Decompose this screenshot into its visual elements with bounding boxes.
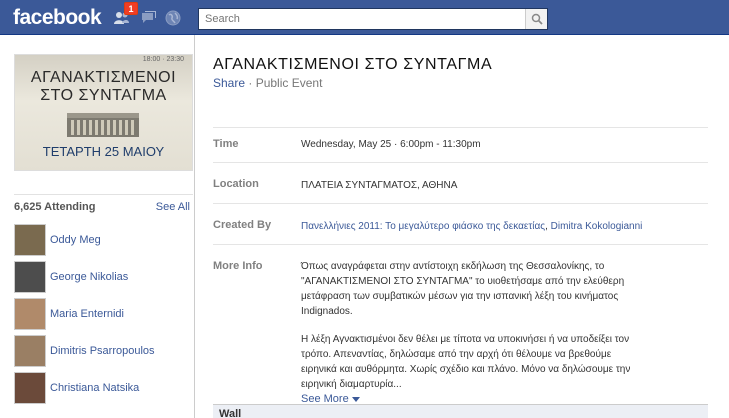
person-name[interactable]: Oddy Meg <box>50 234 101 246</box>
creator-person-link[interactable]: Dimitra Kokologianni <box>551 221 643 232</box>
search-icon <box>531 13 543 25</box>
avatar[interactable] <box>14 297 46 330</box>
event-subline: Share · Public Event <box>213 76 322 90</box>
poster-line-1: ΑΓΑΝΑΚΤΙΣΜΕΝΟΙ <box>30 69 177 86</box>
facebook-logo[interactable]: facebook <box>13 6 102 30</box>
person-name[interactable]: George Nikolias <box>50 271 128 283</box>
list-item[interactable]: Christiana Natsika <box>14 369 194 406</box>
person-name[interactable]: Christiana Natsika <box>50 382 139 394</box>
avatar[interactable] <box>14 371 46 404</box>
see-all-link[interactable]: See All <box>156 201 190 213</box>
wall-title: Wall <box>219 408 242 418</box>
list-item[interactable]: Oddy Meg <box>14 221 194 258</box>
notifications-globe-icon[interactable] <box>165 10 182 26</box>
person-name[interactable]: Maria Enternidi <box>50 308 124 320</box>
created-by-value: Πανελλήνιες 2011: Το μεγαλύτερο φιάσκο τ… <box>301 219 642 234</box>
created-by-label: Created By <box>213 219 272 231</box>
avatar[interactable] <box>14 223 46 256</box>
search-box[interactable] <box>198 8 548 30</box>
wall-header: Wall <box>213 404 708 418</box>
search-button[interactable] <box>525 9 547 29</box>
notification-badge[interactable]: 1 <box>124 2 138 15</box>
search-input[interactable] <box>199 9 525 29</box>
avatar[interactable] <box>14 260 46 293</box>
created-by-row: Created By Πανελλήνιες 2011: Το μεγαλύτε… <box>213 203 708 244</box>
time-row: Time Wednesday, May 25 · 6:00pm - 11:30p… <box>213 127 708 162</box>
list-item[interactable]: Dimitris Psarropoulos <box>14 332 194 369</box>
top-bar: facebook 1 <box>0 0 729 35</box>
location-value: ΠΛΑΤΕΙΑ ΣΥΝΤΑΓΜΑΤΟΣ, ΑΘΗΝΑ <box>301 180 458 191</box>
attending-count: 6,625 Attending <box>14 201 96 213</box>
attendee-list: Oddy Meg George Nikolias Maria Enternidi… <box>14 221 194 406</box>
event-photo[interactable]: 18:00 · 23:30 ΑΓΑΝΑΚΤΙΣΜΕΝΟΙ ΣΤΟ ΣΥΝΤΑΓΜ… <box>14 54 193 171</box>
time-label: Time <box>213 138 239 150</box>
share-link[interactable]: Share <box>213 76 245 90</box>
list-item[interactable]: George Nikolias <box>14 258 194 295</box>
poster-date: ΤΕΤΑΡΤΗ 25 ΜΑΙΟΥ <box>42 144 165 159</box>
parliament-building-icon <box>67 113 139 137</box>
left-column: 18:00 · 23:30 ΑΓΑΝΑΚΤΙΣΜΕΝΟΙ ΣΤΟ ΣΥΝΤΑΓΜ… <box>0 35 195 418</box>
list-item[interactable]: Maria Enternidi <box>14 295 194 332</box>
person-name[interactable]: Dimitris Psarropoulos <box>50 345 155 357</box>
avatar[interactable] <box>14 334 46 367</box>
location-label: Location <box>213 178 259 190</box>
location-row: Location ΠΛΑΤΕΙΑ ΣΥΝΤΑΓΜΑΤΟΣ, ΑΘΗΝΑ <box>213 162 708 203</box>
caret-down-icon[interactable] <box>351 397 360 402</box>
more-info-row: More Info Όπως αναγράφεται στην αντίστοι… <box>213 244 708 407</box>
time-value: Wednesday, May 25 · 6:00pm - 11:30pm <box>301 139 481 150</box>
description-paragraph: Όπως αναγράφεται στην αντίστοιχη εκδήλωσ… <box>301 261 625 317</box>
event-title: ΑΓΑΝΑΚΤΙΣΜΕΝΟΙ ΣΤΟ ΣΥΝΤΑΓΜΑ <box>213 56 493 73</box>
more-info-label: More Info <box>213 260 263 272</box>
description-paragraph: Η λέξη Αγνακτισμένοι δεν θέλει με τίποτα… <box>301 334 631 390</box>
poster-line-2: ΣΤΟ ΣΥΝΤΑΓΜΑ <box>40 87 167 104</box>
messages-icon[interactable] <box>140 10 157 26</box>
more-info-text: Όπως αναγράφεται στην αντίστοιχη εκδήλωσ… <box>301 259 646 407</box>
event-type: Public Event <box>255 76 323 90</box>
separator: · <box>245 76 256 90</box>
event-main: ΑΓΑΝΑΚΤΙΣΜΕΝΟΙ ΣΤΟ ΣΥΝΤΑΓΜΑ Share · Publ… <box>196 35 729 418</box>
divider <box>14 194 193 195</box>
creator-page-link[interactable]: Πανελλήνιες 2011: Το μεγαλύτερο φιάσκο τ… <box>301 221 545 232</box>
poster-time-text: 18:00 · 23:30 <box>142 56 184 63</box>
attending-header: 6,625 Attending See All <box>14 201 190 213</box>
